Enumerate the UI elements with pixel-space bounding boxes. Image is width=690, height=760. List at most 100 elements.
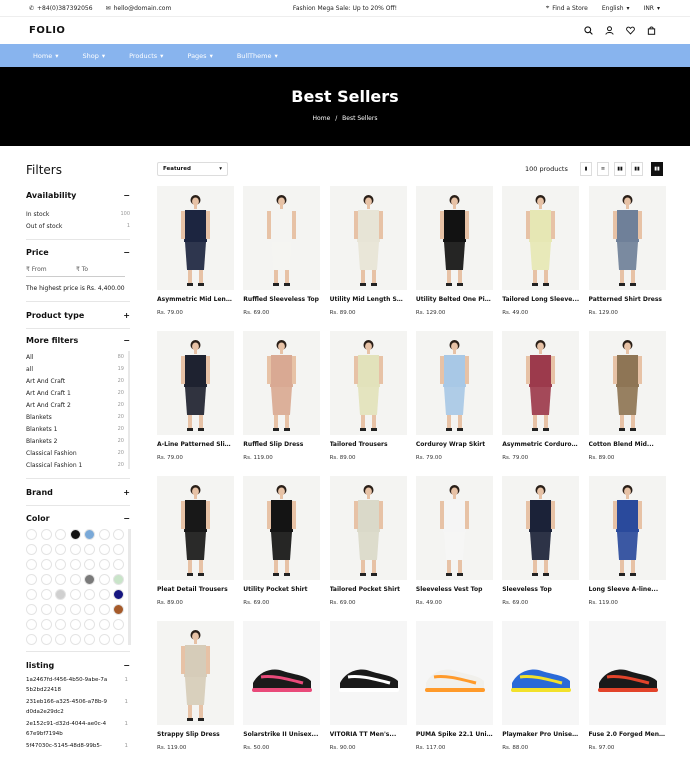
color-swatch[interactable]: [84, 574, 95, 585]
availability-option[interactable]: In stock 100: [26, 208, 130, 220]
nav-item[interactable]: BullTheme ▾: [237, 52, 278, 60]
product-name[interactable]: Sleeveless Top: [502, 586, 579, 593]
product-name[interactable]: Utility Pocket Shirt: [243, 586, 320, 593]
listing-option[interactable]: 5f47030c-5145-48d8-99b5- 1: [26, 742, 128, 752]
more-filter-option[interactable]: All 80: [26, 351, 124, 363]
product-card[interactable]: Patterned Shirt Dress Rs. 129.00: [588, 186, 666, 316]
color-swatch[interactable]: [84, 634, 95, 645]
product-name[interactable]: A-Line Patterned Slip...: [157, 441, 234, 448]
color-swatch[interactable]: [26, 589, 37, 600]
color-swatch[interactable]: [26, 574, 37, 585]
more-filter-option[interactable]: Blankets 1 20: [26, 423, 124, 435]
wishlist-heart-icon[interactable]: [626, 26, 635, 35]
color-swatch[interactable]: [40, 574, 52, 585]
product-name[interactable]: Tailored Pocket Shirt: [330, 586, 407, 593]
product-image[interactable]: [588, 621, 666, 725]
product-image[interactable]: [329, 331, 407, 435]
color-scrollbar[interactable]: [128, 529, 131, 645]
product-name[interactable]: Solarstrike II Unisex...: [243, 731, 320, 738]
view-3-column-button[interactable]: ▮▮: [631, 162, 643, 176]
color-swatch[interactable]: [26, 544, 37, 555]
product-card[interactable]: Solarstrike II Unisex... Rs. 50.00: [243, 621, 321, 751]
product-image[interactable]: [415, 331, 493, 435]
product-card[interactable]: Utility Belted One Piece Rs. 129.00: [415, 186, 493, 316]
product-card[interactable]: Pleat Detail Trousers Rs. 89.00: [157, 476, 234, 606]
color-swatch[interactable]: [69, 634, 81, 645]
search-icon[interactable]: [584, 26, 593, 35]
product-image[interactable]: [157, 331, 234, 435]
color-swatch[interactable]: [84, 529, 95, 540]
currency-select[interactable]: INR ▾: [644, 5, 660, 12]
color-swatch[interactable]: [69, 529, 81, 540]
account-icon[interactable]: [605, 26, 614, 35]
color-swatch[interactable]: [113, 634, 124, 645]
color-swatch[interactable]: [98, 544, 110, 555]
sort-select[interactable]: Featured ▾: [157, 162, 228, 176]
color-swatch[interactable]: [69, 544, 81, 555]
more-filters-scrollbar[interactable]: [128, 351, 130, 469]
more-filter-option[interactable]: Art And Craft 2 20: [26, 399, 124, 411]
color-swatch[interactable]: [113, 604, 124, 615]
product-name[interactable]: Sleeveless Vest Top: [416, 586, 493, 593]
product-image[interactable]: [588, 331, 666, 435]
color-swatch[interactable]: [98, 634, 110, 645]
product-image[interactable]: [329, 476, 407, 580]
logo[interactable]: FOLIO: [29, 25, 65, 36]
product-name[interactable]: Patterned Shirt Dress: [589, 296, 666, 303]
color-swatch[interactable]: [40, 559, 52, 570]
price-from-input[interactable]: ₹ From: [26, 266, 76, 273]
color-swatch[interactable]: [26, 604, 37, 615]
color-swatch[interactable]: [26, 634, 37, 645]
product-image[interactable]: [415, 621, 493, 725]
listing-filter-toggle[interactable]: listing −: [26, 661, 130, 670]
color-swatch[interactable]: [55, 529, 66, 540]
color-swatch[interactable]: [113, 559, 124, 570]
more-filters-toggle[interactable]: More filters −: [26, 336, 130, 345]
color-swatch[interactable]: [69, 604, 81, 615]
color-swatch[interactable]: [69, 574, 81, 585]
product-card[interactable]: Long Sleeve A-line... Rs. 119.00: [588, 476, 666, 606]
product-image[interactable]: [502, 621, 580, 725]
product-name[interactable]: Asymmetric Corduroy...: [502, 441, 579, 448]
product-name[interactable]: Tailored Long Sleeve...: [502, 296, 579, 303]
product-card[interactable]: Ruffled Sleeveless Top Rs. 69.00: [243, 186, 321, 316]
cart-bag-icon[interactable]: [647, 26, 656, 35]
product-card[interactable]: Cotton Blend Mid... Rs. 89.00: [588, 331, 666, 461]
view-list-button[interactable]: ≡: [597, 162, 609, 176]
product-image[interactable]: [502, 476, 580, 580]
product-name[interactable]: Ruffled Slip Dress: [243, 441, 320, 448]
color-swatch[interactable]: [55, 589, 66, 600]
color-swatch[interactable]: [98, 529, 110, 540]
product-card[interactable]: Fuse 2.0 Forged Men's... Rs. 97.00: [588, 621, 666, 751]
product-card[interactable]: Ruffled Slip Dress Rs. 119.00: [243, 331, 321, 461]
product-card[interactable]: VITORIA TT Men's... Rs. 90.00: [329, 621, 407, 751]
breadcrumb-home[interactable]: Home: [313, 115, 331, 122]
product-image[interactable]: [243, 621, 321, 725]
product-image[interactable]: [157, 476, 234, 580]
product-card[interactable]: Utility Mid Length Skirt Rs. 89.00: [329, 186, 407, 316]
product-name[interactable]: VITORIA TT Men's...: [330, 731, 407, 738]
color-swatch[interactable]: [98, 619, 110, 630]
color-swatch[interactable]: [84, 559, 95, 570]
product-card[interactable]: Utility Pocket Shirt Rs. 69.00: [243, 476, 321, 606]
color-swatch[interactable]: [40, 619, 52, 630]
color-swatch[interactable]: [113, 529, 124, 540]
color-swatch[interactable]: [55, 604, 66, 615]
product-image[interactable]: [243, 476, 321, 580]
color-swatch[interactable]: [84, 604, 95, 615]
color-swatch[interactable]: [26, 619, 37, 630]
product-name[interactable]: Utility Mid Length Skirt: [330, 296, 407, 303]
product-name[interactable]: Pleat Detail Trousers: [157, 586, 234, 593]
product-name[interactable]: Tailored Trousers: [330, 441, 407, 448]
color-swatch[interactable]: [40, 589, 52, 600]
product-card[interactable]: Tailored Trousers Rs. 89.00: [329, 331, 407, 461]
color-swatch[interactable]: [40, 529, 52, 540]
price-filter-toggle[interactable]: Price −: [26, 248, 130, 257]
product-card[interactable]: Sleeveless Top Rs. 69.00: [502, 476, 580, 606]
color-swatch[interactable]: [113, 574, 124, 585]
product-image[interactable]: [415, 476, 493, 580]
nav-item[interactable]: Products ▾: [129, 52, 163, 60]
more-filter-option[interactable]: Classical Fashion 1 20: [26, 459, 124, 469]
product-name[interactable]: Ruffled Sleeveless Top: [243, 296, 320, 303]
color-swatch[interactable]: [113, 544, 124, 555]
